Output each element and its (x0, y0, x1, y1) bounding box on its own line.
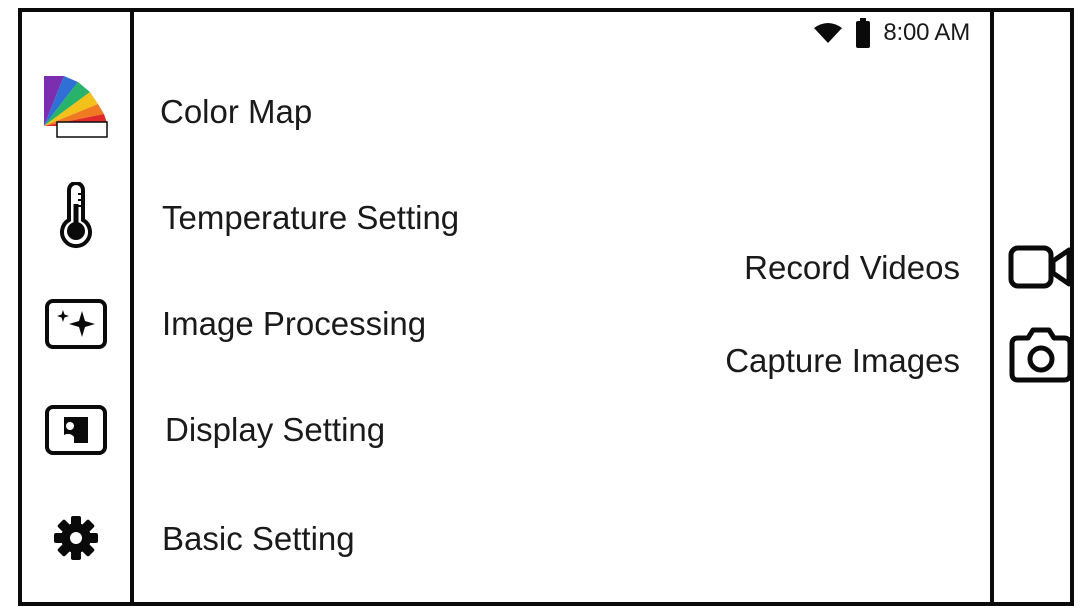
thermometer-icon[interactable] (56, 182, 96, 250)
menu-item-temperature-setting[interactable]: Temperature Setting (162, 199, 459, 237)
record-videos-label[interactable]: Record Videos (744, 249, 960, 287)
display-icon[interactable] (44, 404, 108, 456)
menu-item-image-processing[interactable]: Image Processing (162, 305, 426, 343)
battery-icon (856, 18, 871, 48)
wifi-icon (814, 23, 843, 43)
status-bar: 8:00 AM (813, 16, 970, 50)
gear-icon[interactable] (52, 514, 100, 562)
right-divider (990, 8, 994, 606)
menu-item-basic-setting[interactable]: Basic Setting (162, 520, 355, 558)
capture-images-label[interactable]: Capture Images (725, 342, 960, 380)
video-camera-icon[interactable] (1008, 244, 1074, 290)
clock-time: 8:00 AM (883, 19, 970, 46)
camera-icon[interactable] (1008, 326, 1074, 384)
menu-item-display-setting[interactable]: Display Setting (165, 411, 385, 449)
color-map-icon[interactable] (42, 74, 110, 140)
menu-item-color-map[interactable]: Color Map (160, 93, 312, 131)
sparkle-image-icon[interactable] (44, 298, 108, 350)
left-divider (130, 8, 134, 606)
